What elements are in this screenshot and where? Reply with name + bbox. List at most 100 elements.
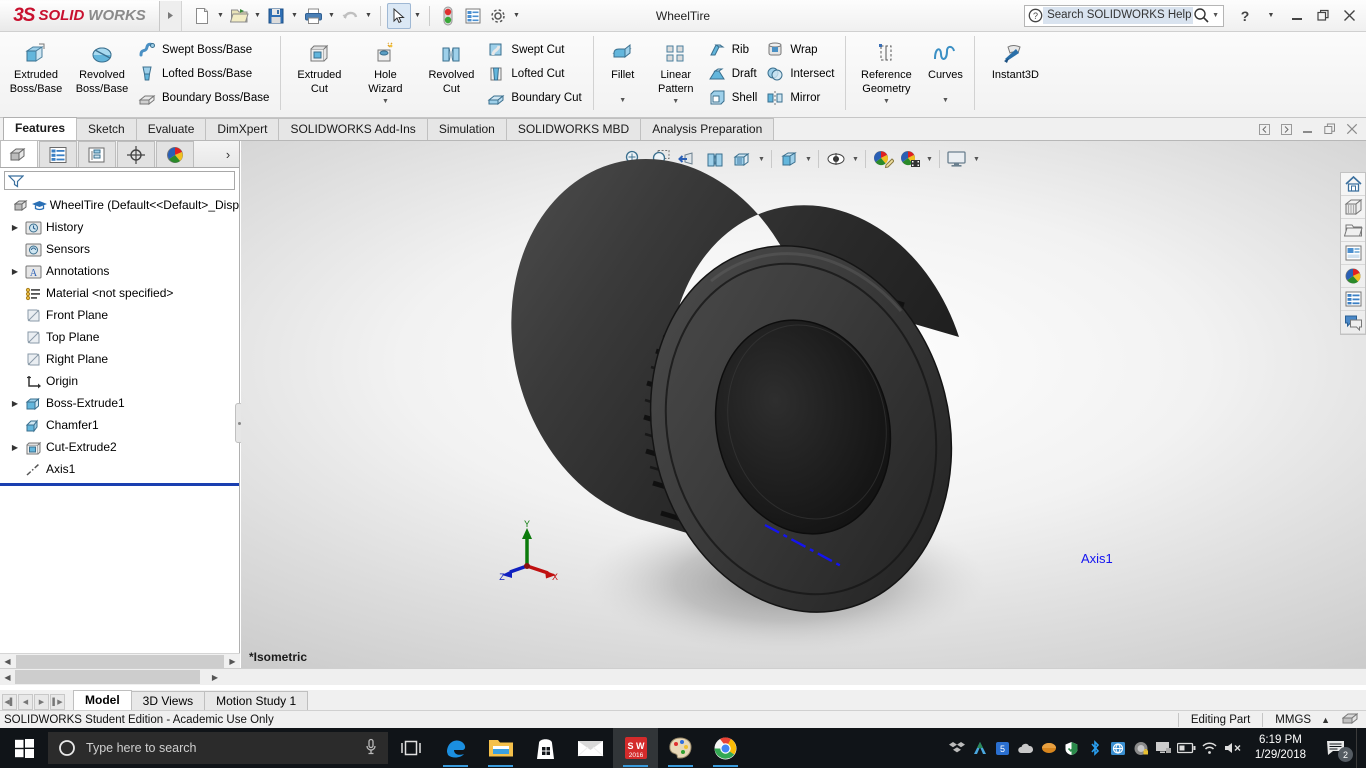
taskbar-store[interactable] bbox=[523, 728, 568, 768]
feature-tree-filter[interactable] bbox=[4, 171, 235, 190]
tray-onedrive-icon[interactable] bbox=[1015, 728, 1037, 768]
display-manager-button[interactable] bbox=[1341, 265, 1365, 288]
tree-item-cut-extrude2[interactable]: ▶ Cut-Extrude2 bbox=[0, 436, 239, 458]
tray-update-icon[interactable] bbox=[1038, 728, 1060, 768]
wheel-tire-model[interactable] bbox=[241, 141, 1366, 668]
hole-wizard-button[interactable]: Hole Wizard ▼ bbox=[352, 34, 418, 108]
tab-solidworks-mbd[interactable]: SOLIDWORKS MBD bbox=[505, 118, 642, 140]
instant3d-button[interactable]: Instant3D bbox=[980, 34, 1050, 81]
tree-item-material[interactable]: Material <not specified> bbox=[0, 282, 239, 304]
taskbar-chrome[interactable] bbox=[703, 728, 748, 768]
bottom-scroll-right-arrow[interactable]: ▶ bbox=[200, 670, 230, 685]
tray-chevron-button[interactable] bbox=[923, 728, 945, 768]
doc-minimize-button[interactable] bbox=[1298, 119, 1318, 139]
window-close-button[interactable] bbox=[1336, 3, 1362, 29]
curves-button[interactable]: Curves ▼ bbox=[921, 34, 969, 107]
show-desktop-button[interactable] bbox=[1356, 728, 1364, 768]
tree-item-history[interactable]: ▶ History bbox=[0, 216, 239, 238]
annotations-twisty[interactable]: ▶ bbox=[8, 267, 22, 276]
help-search-dropdown[interactable]: ▼ bbox=[1210, 12, 1221, 19]
doc-close-button[interactable] bbox=[1342, 119, 1362, 139]
axis1-annotation[interactable]: Axis1 bbox=[1081, 551, 1113, 566]
bottom-scroll-left-arrow[interactable]: ◀ bbox=[0, 670, 15, 685]
tab-sketch[interactable]: Sketch bbox=[76, 118, 137, 140]
tab-dimxpert[interactable]: DimXpert bbox=[205, 118, 280, 140]
forum-button[interactable] bbox=[1341, 311, 1365, 334]
tray-autodesk-icon[interactable] bbox=[969, 728, 991, 768]
lofted-boss-base-button[interactable]: Lofted Boss/Base bbox=[135, 62, 275, 86]
tree-item-chamfer1[interactable]: Chamfer1 bbox=[0, 414, 239, 436]
rollback-bar[interactable] bbox=[0, 483, 239, 486]
bottom-tab-motion-study[interactable]: Motion Study 1 bbox=[204, 691, 309, 710]
help-search-input[interactable]: Search SOLIDWORKS Help bbox=[1043, 7, 1194, 24]
help-dropdown-button[interactable]: ▼ bbox=[1258, 3, 1284, 29]
tray-network-share-icon[interactable] bbox=[1107, 728, 1129, 768]
swept-cut-button[interactable]: Swept Cut bbox=[484, 38, 587, 62]
graphics-area[interactable]: ▼ ▼ ▼ ▼ ▼ Axis1 Y X Z *Isometric bbox=[241, 141, 1366, 668]
tab-nav-first[interactable]: ◀▌ bbox=[2, 694, 17, 710]
intersect-button[interactable]: Intersect bbox=[763, 62, 840, 86]
feature-manager-more-button[interactable]: › bbox=[217, 141, 239, 167]
rib-button[interactable]: Rib bbox=[705, 38, 764, 62]
tree-item-axis1[interactable]: Axis1 bbox=[0, 458, 239, 480]
fm-tab-property-manager[interactable] bbox=[39, 141, 77, 167]
tree-item-origin[interactable]: Origin bbox=[0, 370, 239, 392]
appearances-folder-button[interactable] bbox=[1341, 219, 1365, 242]
action-center-button[interactable]: 2 bbox=[1317, 728, 1355, 768]
extruded-boss-base-button[interactable]: Extruded Boss/Base bbox=[3, 34, 69, 95]
reference-geometry-dropdown[interactable]: ▼ bbox=[883, 96, 890, 108]
revolved-boss-base-button[interactable]: Revolved Boss/Base bbox=[69, 34, 135, 95]
tab-analysis-preparation[interactable]: Analysis Preparation bbox=[640, 118, 775, 140]
task-view-button[interactable] bbox=[388, 728, 433, 768]
taskbar-file-explorer[interactable] bbox=[478, 728, 523, 768]
view-home-button[interactable] bbox=[1341, 173, 1365, 196]
custom-properties-button[interactable] bbox=[1341, 242, 1365, 265]
taskbar-mail[interactable] bbox=[568, 728, 613, 768]
draft-button[interactable]: Draft bbox=[705, 62, 764, 86]
window-restore-button[interactable] bbox=[1310, 3, 1336, 29]
tray-windows-defender-icon[interactable] bbox=[1061, 728, 1083, 768]
tray-safe-icon[interactable] bbox=[1130, 728, 1152, 768]
fillet-dropdown[interactable]: ▼ bbox=[619, 95, 626, 107]
history-twisty[interactable]: ▶ bbox=[8, 223, 22, 232]
units-dropdown-arrow[interactable]: ▲ bbox=[1311, 715, 1342, 725]
extruded-cut-button[interactable]: Extruded Cut bbox=[286, 34, 352, 95]
reference-geometry-button[interactable]: Reference Geometry ▼ bbox=[851, 34, 921, 108]
view-palette-button[interactable] bbox=[1341, 196, 1365, 219]
fm-tab-dimxpert-manager[interactable] bbox=[117, 141, 155, 167]
tree-item-top-plane[interactable]: Top Plane bbox=[0, 326, 239, 348]
tray-volume-muted-icon[interactable] bbox=[1222, 728, 1244, 768]
tab-simulation[interactable]: Simulation bbox=[426, 118, 507, 140]
tree-item-sensors[interactable]: Sensors bbox=[0, 238, 239, 260]
boundary-boss-base-button[interactable]: Boundary Boss/Base bbox=[135, 86, 275, 110]
tree-item-annotations[interactable]: ▶ A Annotations bbox=[0, 260, 239, 282]
curves-dropdown[interactable]: ▼ bbox=[942, 95, 949, 107]
tab-evaluate[interactable]: Evaluate bbox=[135, 118, 207, 140]
taskbar-edge[interactable] bbox=[433, 728, 478, 768]
swept-boss-base-button[interactable]: Swept Boss/Base bbox=[135, 38, 275, 62]
tab-nav-prev[interactable]: ◀ bbox=[18, 694, 33, 710]
tray-wifi-icon[interactable] bbox=[1199, 728, 1221, 768]
help-search-box[interactable]: ? Search SOLIDWORKS Help ▼ bbox=[1024, 4, 1224, 27]
hole-wizard-dropdown[interactable]: ▼ bbox=[382, 96, 389, 108]
tab-nav-last[interactable]: ▌▶ bbox=[50, 694, 65, 710]
taskbar-solidworks[interactable]: S W 2016 bbox=[613, 728, 658, 768]
help-button[interactable]: ? bbox=[1232, 3, 1258, 29]
microphone-icon[interactable] bbox=[364, 738, 378, 758]
boundary-cut-button[interactable]: Boundary Cut bbox=[484, 86, 587, 110]
doc-next-button[interactable] bbox=[1276, 119, 1296, 139]
fm-tab-feature-tree[interactable] bbox=[0, 140, 38, 167]
linear-pattern-button[interactable]: Linear Pattern ▼ bbox=[647, 34, 705, 108]
tree-item-boss-extrude1[interactable]: ▶ Boss-Extrude1 bbox=[0, 392, 239, 414]
wrap-button[interactable]: Wrap bbox=[763, 38, 840, 62]
units-label[interactable]: MMGS bbox=[1275, 714, 1311, 726]
bottom-tab-3d-views[interactable]: 3D Views bbox=[130, 691, 206, 710]
bottom-scroll-thumb[interactable] bbox=[15, 670, 200, 684]
tray-battery-icon[interactable] bbox=[1176, 728, 1198, 768]
fm-tab-configuration-manager[interactable] bbox=[78, 141, 116, 167]
lofted-cut-button[interactable]: Lofted Cut bbox=[484, 62, 587, 86]
scroll-right-arrow[interactable]: ▶ bbox=[225, 654, 240, 669]
start-button[interactable] bbox=[0, 728, 48, 768]
tray-display-icon[interactable] bbox=[1153, 728, 1175, 768]
taskbar-paint[interactable] bbox=[658, 728, 703, 768]
